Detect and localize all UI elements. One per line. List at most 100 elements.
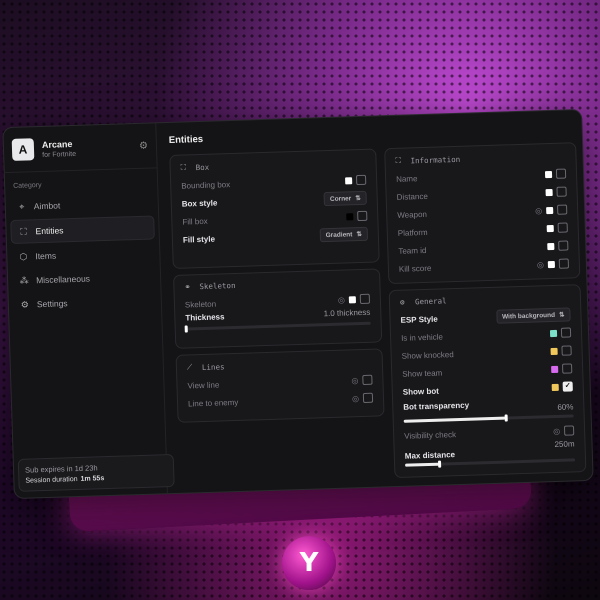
sidebar-item-entities[interactable]: ⛶ Entities — [10, 215, 155, 244]
row-label: Box style — [181, 197, 218, 209]
kill-score-checkbox[interactable] — [558, 258, 570, 269]
general-panel: ⚙ General ESP Style With background ⇅ Is… — [388, 284, 587, 479]
row-label: Weapon — [397, 209, 428, 220]
visibility-icon[interactable]: ◎ — [351, 376, 358, 385]
brand-subtitle: for Fortnite — [42, 150, 77, 159]
slider-value: 60% — [557, 402, 574, 412]
row-label: Is in vehicle — [400, 331, 444, 343]
visibility-check-checkbox[interactable] — [563, 425, 575, 436]
show-knocked-checkbox[interactable] — [561, 345, 572, 356]
brand-header: A Arcane for Fortnite ⚙ — [3, 123, 157, 174]
bot-transparency-slider[interactable]: Bot transparency 60% — [393, 397, 584, 423]
sidebar-item-label: Miscellaneous — [35, 273, 91, 286]
max-distance-slider[interactable]: 250m Max distance — [394, 439, 585, 468]
color-swatch[interactable] — [551, 365, 559, 373]
misc-icon: ⁂ — [19, 274, 29, 286]
bounding-box-checkbox[interactable] — [355, 174, 367, 186]
row-label: Fill style — [182, 234, 216, 245]
brand-name: Arcane — [41, 138, 73, 150]
color-swatch[interactable] — [547, 242, 555, 250]
select-value: Gradient — [325, 230, 353, 239]
color-swatch[interactable] — [545, 188, 553, 196]
sidebar-item-aimbot[interactable]: ⌖ Aimbot — [9, 191, 154, 218]
link-icon: ⚭ — [184, 282, 191, 292]
row-label: Line to enemy — [187, 397, 239, 408]
brand-logo: A — [11, 138, 35, 161]
box-style-select[interactable]: Corner ⇅ — [323, 190, 367, 207]
session-value: 1m 55s — [80, 475, 105, 483]
cube-icon: ⬡ — [19, 250, 28, 262]
lines-panel: ⟋ Lines View line ◎ Line to enemy ◎ — [175, 348, 385, 423]
name-checkbox[interactable] — [555, 168, 567, 179]
color-swatch[interactable] — [550, 347, 558, 355]
select-arrows-icon: ⇅ — [558, 311, 565, 319]
visibility-icon[interactable]: ◎ — [352, 394, 359, 403]
slider-knob[interactable] — [437, 460, 442, 468]
sidebar: A Arcane for Fortnite ⚙ Category ⌖ Aimbo… — [3, 123, 175, 498]
visibility-icon[interactable]: ◎ — [537, 260, 544, 269]
panel-title: Skeleton — [199, 280, 236, 292]
color-swatch[interactable] — [348, 295, 356, 303]
subscription-box: Sub expires in 1d 23h Session duration 1m… — [17, 453, 175, 492]
gear-icon: ⚙ — [399, 297, 405, 307]
color-swatch[interactable] — [546, 224, 554, 232]
slider-track[interactable] — [184, 321, 371, 333]
aim-icon: ⌖ — [19, 201, 25, 212]
information-panel: ⛶ Information Name Distance Weapon ◎ Pla… — [384, 142, 581, 285]
show-bot-checkbox[interactable]: ✓ — [562, 381, 573, 392]
esp-style-select[interactable]: With background ⇅ — [495, 307, 571, 324]
color-swatch[interactable] — [549, 329, 558, 337]
slider-fill — [405, 462, 440, 467]
line-icon: ⟋ — [186, 362, 193, 372]
is-in-vehicle-checkbox[interactable] — [560, 327, 572, 338]
fill-box-checkbox[interactable] — [357, 210, 368, 222]
row-label: Team id — [398, 245, 427, 256]
sidebar-item-label: Entities — [35, 225, 64, 237]
slider-knob[interactable] — [184, 325, 188, 333]
row-label: Kill score — [398, 263, 432, 274]
row-label: Show team — [402, 368, 443, 379]
slider-value: 250m — [554, 439, 575, 450]
category-label: Category — [13, 181, 42, 190]
row-label: Show knocked — [401, 349, 454, 361]
weapon-checkbox[interactable] — [557, 204, 568, 215]
fill-style-select[interactable]: Gradient ⇅ — [319, 226, 369, 243]
sidebar-item-label: Settings — [36, 298, 68, 310]
visibility-icon[interactable]: ◎ — [535, 206, 542, 215]
color-swatch[interactable] — [551, 383, 559, 391]
visibility-icon[interactable]: ◎ — [338, 295, 345, 304]
row-label: Name — [395, 173, 418, 184]
slider-label: Max distance — [404, 450, 456, 461]
color-swatch[interactable] — [544, 170, 553, 178]
row-label: Platform — [397, 227, 428, 238]
sidebar-item-settings[interactable]: ⚙ Settings — [13, 289, 158, 316]
color-swatch[interactable] — [546, 206, 554, 214]
entities-icon: ⛶ — [20, 225, 27, 237]
session-duration: Session duration 1m 55s — [25, 473, 167, 484]
color-swatch[interactable] — [345, 176, 353, 184]
row-label: View line — [187, 380, 220, 391]
slider-knob[interactable] — [504, 414, 508, 422]
line-to-enemy-checkbox[interactable] — [362, 392, 374, 404]
select-value: Corner — [329, 194, 352, 203]
distance-checkbox[interactable] — [556, 186, 567, 197]
select-arrows-icon: ⇅ — [356, 230, 362, 239]
box-panel: ⛶ Box Bounding box Box style Corner ⇅ Fi… — [169, 148, 380, 269]
team-id-checkbox[interactable] — [558, 240, 569, 251]
row-label: Bounding box — [181, 179, 231, 191]
platform-checkbox[interactable] — [557, 222, 568, 233]
skeleton-panel: ⚭ Skeleton Skeleton ◎ Thickness 1.0 thic… — [173, 268, 383, 349]
sidebar-item-miscellaneous[interactable]: ⁂ Miscellaneous — [12, 265, 157, 292]
select-arrows-icon: ⇅ — [355, 194, 361, 203]
show-team-checkbox[interactable] — [562, 363, 573, 374]
color-swatch[interactable] — [547, 260, 555, 268]
skeleton-checkbox[interactable] — [359, 293, 371, 305]
visibility-icon[interactable]: ◎ — [553, 426, 560, 435]
gear-icon: ⚙ — [20, 298, 30, 310]
sidebar-item-items[interactable]: ⬡ Items — [11, 241, 156, 268]
slider-label: Thickness — [185, 312, 225, 323]
view-line-checkbox[interactable] — [362, 374, 373, 386]
settings-gear-icon[interactable]: ⚙ — [139, 140, 148, 151]
color-swatch[interactable] — [346, 212, 354, 220]
slider-fill — [403, 416, 506, 423]
